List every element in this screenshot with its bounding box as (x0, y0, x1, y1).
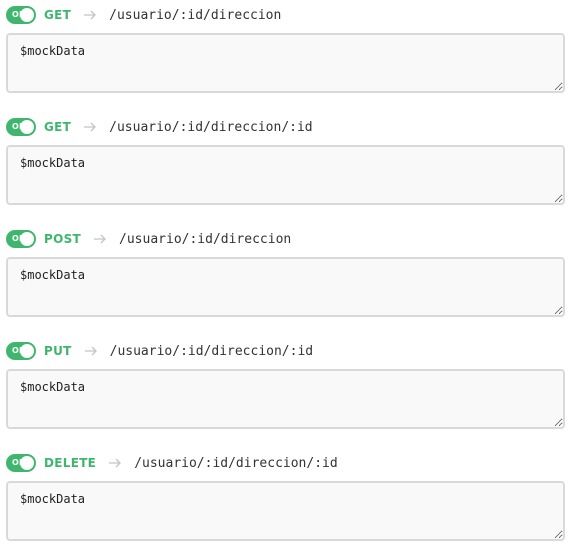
endpoint-path: /usuario/:id/direccion/:id (109, 343, 314, 359)
response-body-field[interactable]: $mockData (6, 481, 565, 541)
http-method: GET (44, 8, 72, 22)
endpoint-path: /usuario/:id/direccion (119, 231, 292, 247)
endpoint-item: ON POST /usuario/:id/direccion $mockData (6, 225, 565, 317)
response-body-field[interactable]: $mockData (6, 145, 565, 205)
endpoint-path: /usuario/:id/direccion/:id (134, 455, 338, 471)
toggle-knob (20, 120, 34, 134)
endpoint-path: /usuario/:id/direccion (109, 7, 282, 23)
endpoint-item: ON DELETE /usuario/:id/direccion/:id $mo… (6, 449, 565, 541)
toggle-knob (20, 456, 34, 470)
http-method: PUT (44, 344, 72, 358)
endpoint-item: ON GET /usuario/:id/direccion $mockData (6, 1, 565, 93)
http-method: GET (44, 120, 72, 134)
toggle-knob (20, 344, 34, 358)
endpoint-header: ON POST /usuario/:id/direccion (6, 225, 565, 253)
arrow-right-icon (109, 458, 122, 468)
http-method: DELETE (44, 456, 97, 470)
response-body-field[interactable]: $mockData (6, 369, 565, 429)
arrow-right-icon (94, 234, 106, 244)
endpoint-header: ON GET /usuario/:id/direccion (6, 1, 565, 29)
arrow-right-icon (84, 346, 97, 356)
toggle-knob (20, 232, 34, 246)
endpoint-item: ON PUT /usuario/:id/direccion/:id $mockD… (6, 337, 565, 429)
toggle-knob (20, 8, 34, 22)
enable-toggle[interactable]: ON (6, 6, 36, 24)
enable-toggle[interactable]: ON (6, 230, 36, 248)
enable-toggle[interactable]: ON (6, 454, 36, 472)
endpoint-header: ON GET /usuario/:id/direccion/:id (6, 113, 565, 141)
enable-toggle[interactable]: ON (6, 342, 36, 360)
arrow-right-icon (84, 122, 97, 132)
response-body-field[interactable]: $mockData (6, 257, 565, 317)
http-method: POST (44, 232, 82, 246)
endpoint-item: ON GET /usuario/:id/direccion/:id $mockD… (6, 113, 565, 205)
arrow-right-icon (84, 10, 97, 20)
response-body-field[interactable]: $mockData (6, 33, 565, 93)
endpoint-header: ON PUT /usuario/:id/direccion/:id (6, 337, 565, 365)
endpoint-header: ON DELETE /usuario/:id/direccion/:id (6, 449, 565, 477)
enable-toggle[interactable]: ON (6, 118, 36, 136)
endpoint-path: /usuario/:id/direccion/:id (109, 119, 313, 135)
